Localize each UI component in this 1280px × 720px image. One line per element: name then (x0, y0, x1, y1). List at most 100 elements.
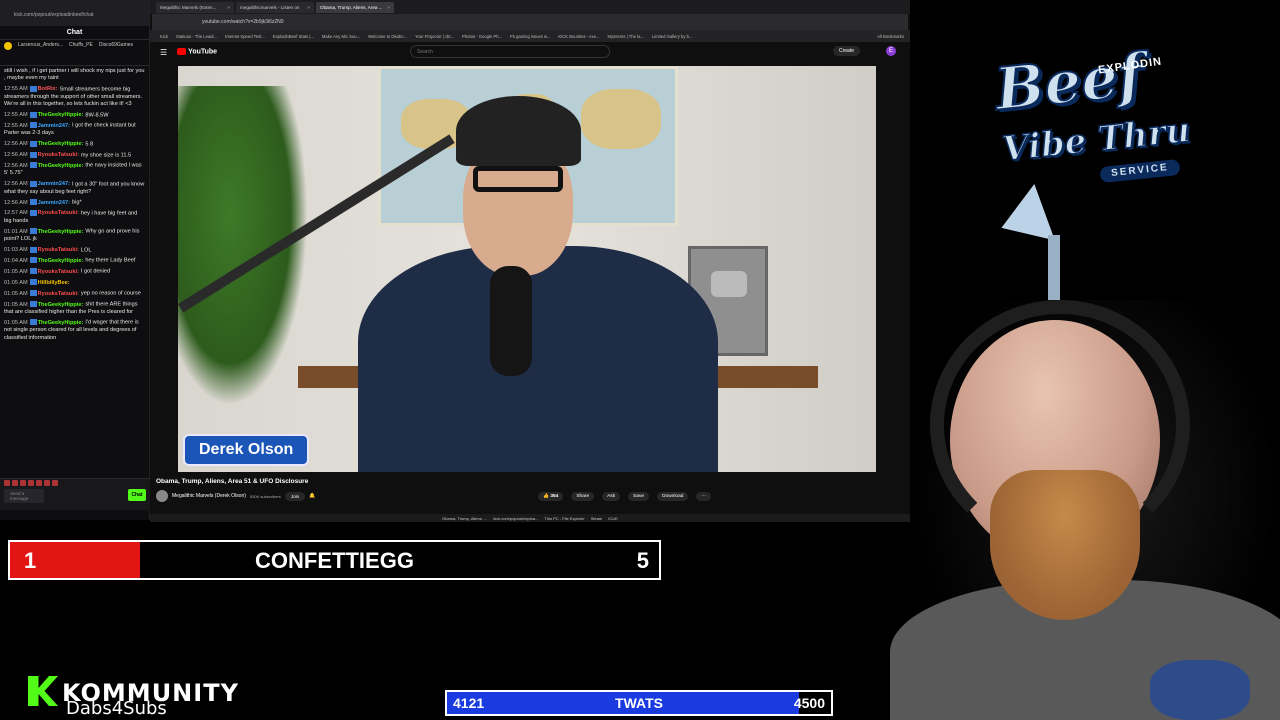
channel-avatar[interactable] (156, 490, 168, 502)
bookmark-item[interactable]: Make Any Mic Sou... (322, 34, 360, 39)
goal-label: TWATS (615, 695, 663, 711)
like-button[interactable]: 👍 354 (538, 492, 564, 501)
chat-timestamp: 01:03 AM (4, 247, 28, 254)
shirt-flag (1150, 660, 1250, 720)
chat-username[interactable]: TheGeekyHippie: (38, 112, 84, 118)
coin-icon (4, 42, 12, 50)
chat-username[interactable]: TheGeekyHippie: (38, 320, 84, 326)
pinned-user[interactable]: Larserous_Anders... (18, 42, 63, 63)
badge-icon (29, 151, 37, 158)
download-button[interactable]: Download (657, 492, 689, 501)
chat-text: 8W-8.5W (85, 112, 109, 118)
chat-messages[interactable]: still i wish , if i get partner i will s… (0, 66, 149, 478)
chat-text: LOL (80, 247, 92, 254)
taskbar-item[interactable]: Obama, Trump, Aliens, ... (442, 516, 487, 521)
bookmark-item[interactable]: Kick (160, 34, 168, 39)
bookmark-item[interactable]: ExplodinBeef Stats |... (273, 34, 314, 39)
emote-icon[interactable] (4, 480, 10, 486)
emote-icon[interactable] (52, 480, 58, 486)
bookmark-item[interactable]: Limited Gallery by b... (652, 34, 693, 39)
chat-timestamp: 01:05 AM (4, 301, 28, 308)
emote-icon[interactable] (36, 480, 42, 486)
menu-icon[interactable]: ☰ (160, 48, 167, 57)
video-player[interactable]: Derek Olson (178, 66, 876, 472)
share-button[interactable]: Share (571, 492, 595, 501)
emote-icon[interactable] (28, 480, 34, 486)
tab-2[interactable]: megalithicmarvels - Listen on × (236, 1, 314, 13)
taskbar-item[interactable]: ICUE (608, 516, 618, 521)
bookmark-item[interactable]: Photos - Google Ph... (462, 34, 502, 39)
create-button[interactable]: Create (832, 46, 860, 56)
taskbar-item[interactable]: Steam (591, 516, 603, 521)
tab-1[interactable]: Megalithic Marvels (Exten... × (156, 1, 234, 13)
chat-username[interactable]: TheGeekyHippie: (38, 141, 84, 147)
chat-username[interactable]: RyouksTatsuki: (38, 269, 79, 275)
pinned-user-3[interactable]: Disco69Games (99, 42, 133, 63)
chat-text: 5 8 (85, 141, 94, 148)
chat-timestamp: 12:56 AM (4, 152, 28, 159)
chat-username[interactable]: HillbillyBee: (38, 280, 70, 286)
chat-username[interactable]: Jammin247: (38, 181, 70, 187)
all-bookmarks[interactable]: All Bookmarks (877, 34, 904, 39)
tab-3[interactable]: Obama, Trump, Aliens, Area ... × (316, 1, 394, 13)
chat-username[interactable]: RyouksTatsuki: (38, 152, 79, 158)
close-icon[interactable]: × (227, 5, 230, 10)
badge-icon (29, 111, 37, 118)
chat-message: 12:56 AM TheGeekyHippie: the navy insisted… (4, 162, 145, 177)
bell-icon[interactable]: 🔔 (309, 493, 315, 499)
taskbar-item[interactable]: This PC - File Explorer (544, 516, 584, 521)
emote-icon[interactable] (44, 480, 50, 486)
avatar[interactable]: E (886, 46, 896, 56)
chat-username[interactable]: TheGeekyHippie: (38, 163, 84, 169)
chat-username[interactable]: RyouksTatsuki: (38, 210, 79, 216)
send-chat-button[interactable]: Chat (128, 489, 146, 501)
chat-username[interactable]: TheGeekyHippie: (38, 258, 84, 264)
chat-username[interactable]: Jammin247: (38, 200, 70, 206)
chat-username[interactable]: RyouksTatsuki: (38, 291, 79, 297)
microphone (490, 266, 532, 376)
chat-username[interactable]: BotRix: (38, 86, 58, 92)
chat-input-bar: Send a message Chat (0, 478, 150, 510)
save-button[interactable]: Save (628, 492, 650, 501)
goal-target: 4500 (793, 695, 825, 711)
channel-name[interactable]: Megalithic Marvels (Derek Olson) (172, 493, 246, 499)
bookmark-item[interactable]: Internet Speed Test... (225, 34, 265, 39)
chat-message: 12:55 AM TheGeekyHippie: 8W-8.5W (4, 111, 145, 120)
join-button[interactable]: Join (284, 491, 306, 501)
pinned-user-2[interactable]: Chuffs_PE (69, 42, 93, 63)
more-icon[interactable]: ⋯ (696, 492, 712, 501)
taskbar-item[interactable]: kick.com/popout/exploa... (493, 516, 538, 521)
chat-timestamp: 12:55 AM (4, 122, 28, 129)
chat-message: 01:05 AM TheGeekyHippie: I'd wager that th… (4, 319, 145, 342)
emote-icon[interactable] (20, 480, 26, 486)
headset (930, 300, 1190, 550)
channel-row: Megalithic Marvels (Derek Olson) 530K su… (156, 490, 315, 502)
chat-username[interactable]: TheGeekyHippie: (38, 302, 84, 308)
bookmark-item[interactable]: Stakuun - The Leadi... (176, 34, 217, 39)
chat-username[interactable]: RyouksTatsuki: (38, 247, 79, 253)
chat-message: still i wish , if i get partner i will s… (4, 68, 145, 83)
logo-service: SERVICE (1099, 158, 1181, 184)
close-icon[interactable]: × (387, 5, 390, 10)
bookmark-item[interactable]: Welcome to Okaho... (368, 34, 407, 39)
close-icon[interactable]: × (307, 5, 310, 10)
bookmark-item[interactable]: Myintents | The la... (608, 34, 644, 39)
chat-message: 01:05 AM HillbillyBee: (4, 279, 145, 287)
bookmark-item[interactable]: Fb gaming issues w... (510, 34, 550, 39)
ask-button[interactable]: Ask (602, 492, 621, 501)
badge-icon (29, 122, 37, 129)
chat-message: 01:04 AM TheGeekyHippie: hey there Lady Be… (4, 257, 145, 265)
emote-icon[interactable] (12, 480, 18, 486)
brand-logo: Beef EXPLODIN Vibe Thru SERVICE (990, 20, 1205, 310)
chat-input[interactable]: Send a message (4, 489, 44, 503)
chat-username[interactable]: TheGeekyHippie: (38, 229, 84, 235)
chat-username[interactable]: Jammin247: (38, 123, 70, 129)
bookmark-item[interactable]: Your Projector | cbt... (415, 34, 454, 39)
bookmark-item[interactable]: KICK Bounties - exe... (558, 34, 599, 39)
search-input[interactable]: Search (410, 45, 610, 58)
youtube-logo[interactable]: YouTube (177, 48, 217, 56)
address-bar[interactable]: youtube.com/watch?v=2b9jk3i6z2N0 (152, 14, 908, 30)
video-title: Obama, Trump, Aliens, Area 51 & UFO Disc… (156, 478, 309, 485)
chat-message: 12:56 AM RyouksTatsuki: my shoe size is 11… (4, 151, 145, 160)
chat-message: 12:56 AM Jammin247: I got a 30" foot and y… (4, 180, 145, 196)
